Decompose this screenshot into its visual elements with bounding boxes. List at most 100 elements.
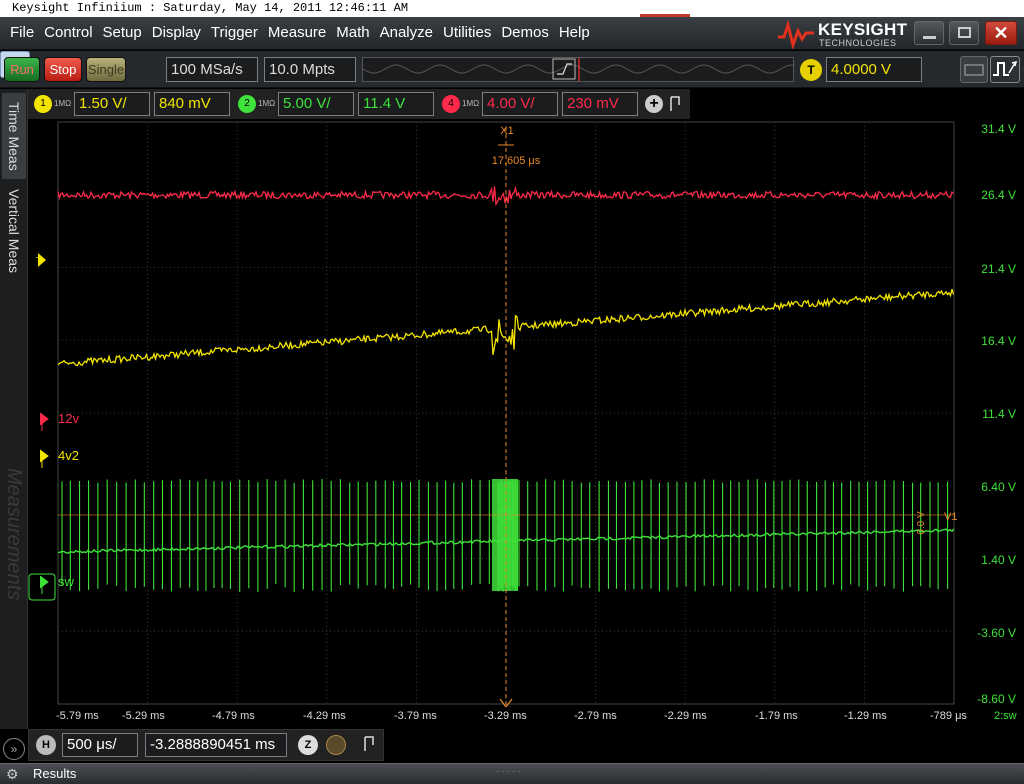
channel-2-marker-arrow: [39, 575, 49, 589]
close-button[interactable]: ✕: [985, 21, 1017, 45]
channel-2-marker-label: sw: [58, 574, 75, 589]
pin-icon[interactable]: [668, 95, 682, 113]
add-channel-button[interactable]: +: [645, 95, 663, 113]
sample-rate-field[interactable]: 100 MSa/s: [166, 57, 258, 82]
keysight-wave-icon: [778, 19, 814, 49]
x-label-2: -5.29 ms: [122, 710, 165, 722]
trigger-channel-indicator[interactable]: T: [800, 59, 822, 81]
x1-cursor-label: X1: [500, 125, 513, 137]
stop-button[interactable]: Stop: [44, 57, 82, 82]
channel-1-marker-arrow: [39, 449, 49, 463]
y-label-9: -8.60 V: [977, 692, 1016, 706]
brand-subtitle: TECHNOLOGIES: [819, 38, 897, 48]
x-label-7: -2.79 ms: [574, 710, 617, 722]
measurement-toolbar-button[interactable]: [960, 56, 988, 83]
delay-button[interactable]: [326, 735, 346, 755]
x-label-8: -2.29 ms: [664, 710, 707, 722]
run-button[interactable]: Run: [4, 57, 40, 82]
channel-1-indicator[interactable]: 1: [34, 95, 52, 113]
minimize-icon: [923, 36, 936, 39]
measurements-watermark: Measurements: [3, 467, 25, 601]
channel-4-offset[interactable]: 230 mV: [562, 92, 638, 116]
x1-delta-label: 17.605 μs: [492, 155, 541, 167]
menu-math[interactable]: Math: [336, 24, 369, 41]
results-label: Results: [33, 766, 77, 781]
channel-2-indicator[interactable]: 2: [238, 95, 256, 113]
channel-2-burst: [492, 479, 518, 591]
channel-2-impedance: 1MΩ: [258, 99, 276, 108]
menu-display[interactable]: Display: [152, 24, 201, 41]
menu-trigger[interactable]: Trigger: [211, 24, 258, 41]
menu-bar: File Control Setup Display Trigger Measu…: [0, 17, 1024, 50]
x-label-5: -3.79 ms: [394, 710, 437, 722]
horizontal-position-field[interactable]: -3.2888890451 ms: [145, 733, 287, 757]
single-button[interactable]: Single: [86, 57, 126, 82]
trigger-level-field[interactable]: 4.0000 V: [826, 57, 922, 82]
waveform-grid: X1 17.605 μs V1 0.0 V 12v 4v2 sw T: [28, 121, 957, 707]
x-label-4: -4.29 ms: [303, 710, 346, 722]
channel-1-impedance: 1MΩ: [54, 99, 72, 108]
x-label-3: -4.79 ms: [212, 710, 255, 722]
trigger-level-label: T: [36, 256, 42, 267]
memory-depth-field[interactable]: 10.0 Mpts: [264, 57, 356, 82]
menu-control[interactable]: Control: [44, 24, 92, 41]
menu-setup[interactable]: Setup: [103, 24, 142, 41]
x-label-10: -1.29 ms: [844, 710, 887, 722]
y-label-1: 31.4 V: [981, 122, 1016, 136]
tab-vertical-meas[interactable]: Vertical Meas: [2, 181, 26, 281]
y-label-7: 1.40 V: [981, 553, 1016, 567]
channel-1-offset[interactable]: 840 mV: [154, 92, 230, 116]
channel-4-impedance: 1MΩ: [462, 99, 480, 108]
y-label-6: 6.40 V: [981, 480, 1016, 494]
x-label-11: -789 μs: [930, 710, 967, 722]
minimize-button[interactable]: [914, 21, 944, 45]
menu-items: File Control Setup Display Trigger Measu…: [10, 24, 600, 41]
menu-help[interactable]: Help: [559, 24, 590, 41]
trigger-preview-strip[interactable]: [362, 57, 796, 82]
channel-2-offset[interactable]: 11.4 V: [358, 92, 434, 116]
v1-value-label: 0.0 V: [916, 511, 927, 535]
x-label-6: -3.29 ms: [484, 710, 527, 722]
measure-icon: [964, 64, 984, 76]
y-label-3: 21.4 V: [981, 262, 1016, 276]
channel-2-scale[interactable]: 5.00 V/: [278, 92, 354, 116]
channel-4-marker-arrow: [39, 412, 49, 426]
gear-icon[interactable]: ⚙: [6, 766, 22, 782]
os-window-title: Keysight Infiniium : Saturday, May 14, 2…: [0, 0, 1024, 17]
pin-horizontal-icon[interactable]: [362, 735, 376, 756]
horizontal-scale-field[interactable]: 500 μs/: [62, 733, 138, 757]
brand-logo: KEYSIGHT TECHNOLOGIES: [776, 19, 908, 49]
menu-measure[interactable]: Measure: [268, 24, 326, 41]
maximize-icon: [958, 27, 971, 38]
results-drag-handle[interactable]: ·····: [496, 766, 528, 777]
menu-demos[interactable]: Demos: [501, 24, 549, 41]
expand-panel-button[interactable]: »: [3, 738, 25, 760]
y-label-2: 26.4 V: [981, 188, 1016, 202]
channel-1-scale[interactable]: 1.50 V/: [74, 92, 150, 116]
y-label-8: -3.60 V: [977, 626, 1016, 640]
trigger-preview-wave: [362, 58, 796, 81]
y-label-5: 11.4 V: [982, 407, 1016, 421]
maximize-button[interactable]: [949, 21, 979, 45]
brand-name: KEYSIGHT: [818, 20, 908, 39]
close-icon: ✕: [993, 23, 1009, 43]
x-label-1: -5.79 ms: [56, 710, 99, 722]
x-unit-label: 2:sw: [994, 710, 1017, 722]
horizontal-indicator[interactable]: H: [36, 735, 56, 755]
v1-cursor-label: V1: [944, 511, 957, 523]
menu-utilities[interactable]: Utilities: [443, 24, 491, 41]
channel-4-scale[interactable]: 4.00 V/: [482, 92, 558, 116]
y-label-4: 16.4 V: [981, 334, 1016, 348]
channel-1-marker-label: 4v2: [58, 448, 79, 463]
window-title-text: Keysight Infiniium : Saturday, May 14, 2…: [12, 1, 409, 15]
channel-4-marker-label: 12v: [58, 411, 79, 426]
menu-analyze[interactable]: Analyze: [380, 24, 433, 41]
zoom-button[interactable]: Z: [298, 735, 318, 755]
waveform-display[interactable]: X1 17.605 μs V1 0.0 V 12v 4v2 sw T: [28, 119, 1024, 707]
waveform-tool-button[interactable]: [990, 56, 1020, 83]
tab-time-meas[interactable]: Time Meas: [2, 93, 26, 179]
side-tab-panel: Time Meas Vertical Meas Measurements: [0, 89, 28, 729]
pulse-waveform-icon: [993, 60, 1018, 76]
menu-file[interactable]: File: [10, 24, 34, 41]
channel-4-indicator[interactable]: 4: [442, 95, 460, 113]
